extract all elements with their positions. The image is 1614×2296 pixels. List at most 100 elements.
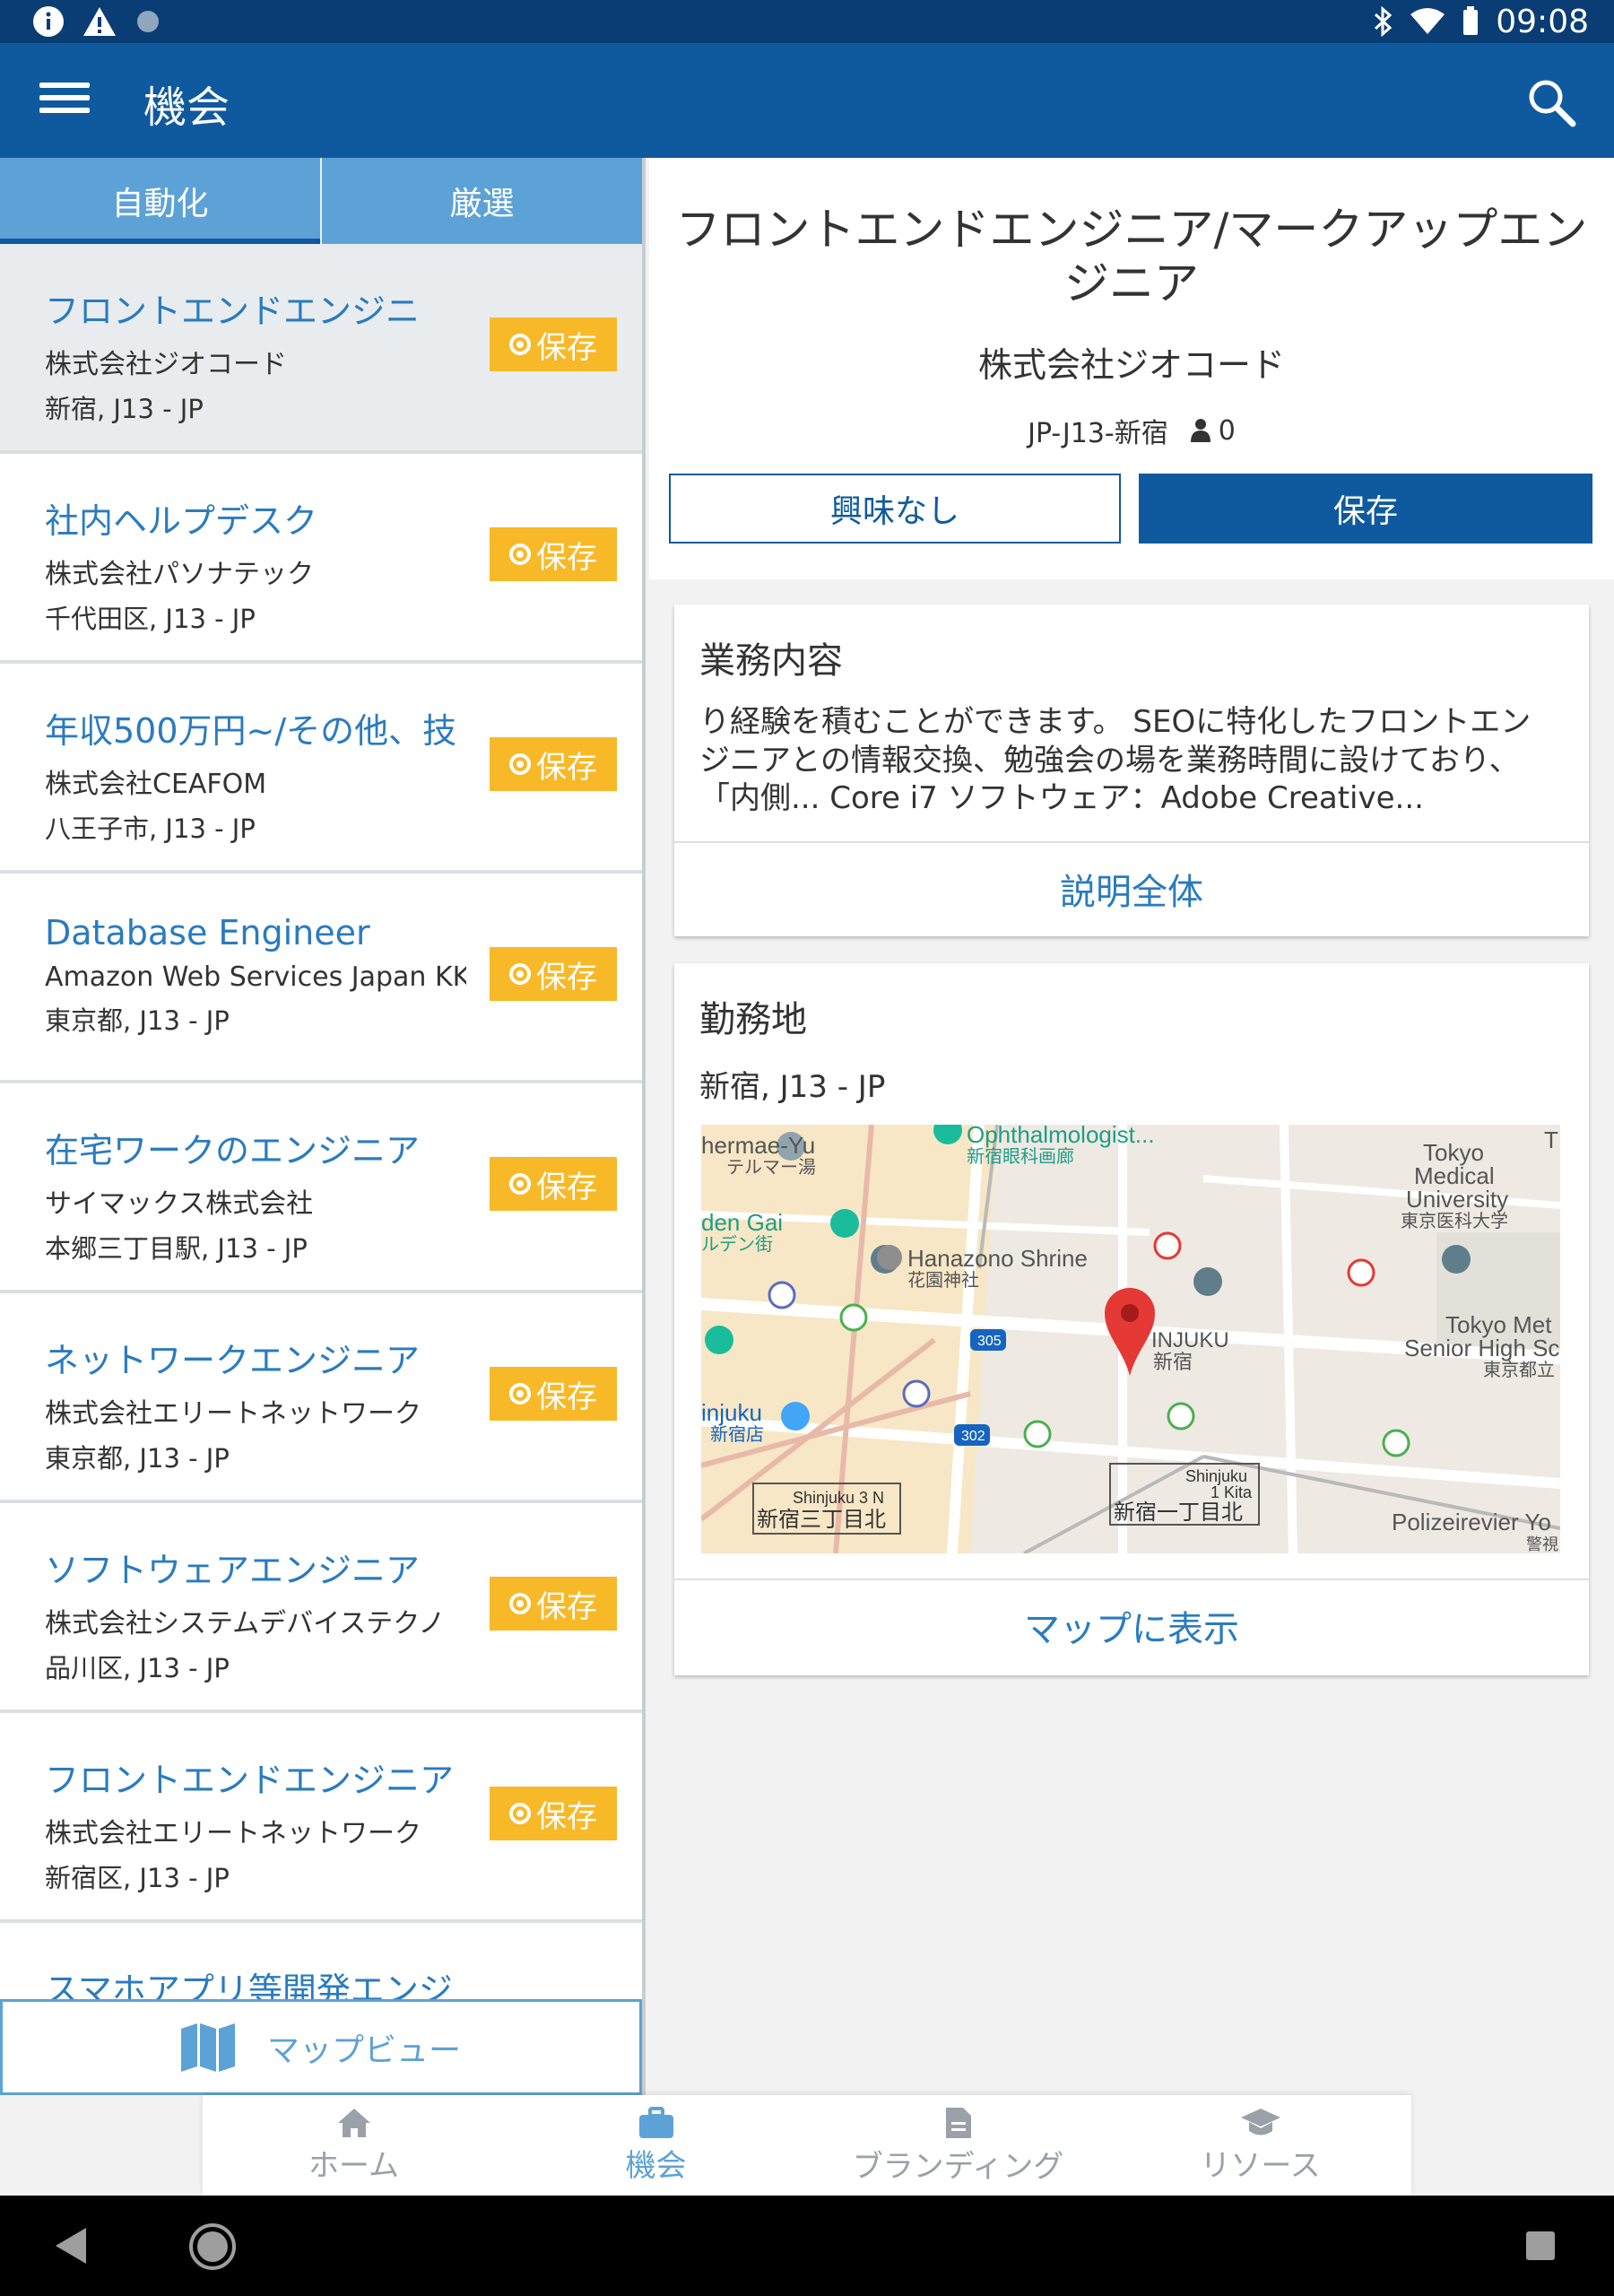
map-label: Hanazono Shrine [907, 1245, 1088, 1272]
job-title: Database Engineer [45, 913, 370, 952]
map-label: 新宿一丁目北 [1114, 1500, 1243, 1525]
save-label: 保存 [536, 1378, 597, 1415]
nav-home[interactable]: ホーム [203, 2095, 505, 2196]
map-label: 東京医科大学 [1401, 1210, 1508, 1231]
save-label: 保存 [536, 1798, 597, 1835]
map-label: 花園神社 [907, 1269, 979, 1291]
nav-branding[interactable]: ブランディング [807, 2095, 1109, 2196]
description-text: り経験を積むことができます。 SEOに特化したフロントエンジニアとの情報交換、勉… [699, 704, 1532, 816]
save-label: 保存 [536, 959, 597, 996]
map-label: 新宿眼科画廊 [967, 1145, 1074, 1167]
save-label: 保存 [536, 1169, 597, 1205]
status-bar: 09:08 [0, 0, 1614, 43]
system-navigation-bar [0, 2196, 1614, 2296]
nav-opportunities[interactable]: 機会 [505, 2095, 807, 2196]
job-title: 年収500万円~/その他、技 [45, 711, 457, 751]
save-label: 保存 [536, 539, 597, 576]
document-icon [945, 2107, 971, 2138]
job-list-item[interactable]: ネットワークエンジニア 株式会社エリートネットワーク 東京都, J13 - JP… [0, 1293, 642, 1503]
tab-curated[interactable]: 厳選 [320, 158, 642, 244]
target-icon [509, 1593, 531, 1614]
save-button[interactable]: 保存 [490, 1577, 617, 1631]
tab-automated[interactable]: 自動化 [0, 158, 320, 244]
warning-icon [83, 7, 116, 36]
job-company: 株式会社パソナテック [45, 559, 314, 590]
job-location: 新宿, J13 - JP [45, 394, 204, 424]
job-detail-header: フロントエンドエンジニア/マークアップエンジニア 株式会社ジオコード JP-J1… [649, 158, 1614, 579]
bottom-navigation: ホーム 機会 ブランディング リソース [203, 2095, 1411, 2196]
location-code: JP-J13-新宿 [1028, 418, 1168, 449]
job-company: サイマックス株式会社 [45, 1188, 314, 1220]
target-icon [509, 1173, 531, 1195]
location-map[interactable]: hermae-Yu テルマー湯 Ophthalmologist... 新宿眼科画… [701, 1125, 1560, 1553]
menu-icon[interactable] [39, 83, 90, 118]
map-label: INJUKU [1151, 1328, 1229, 1352]
map-label: Senior High Sc [1404, 1335, 1559, 1361]
save-button[interactable]: 保存 [490, 1157, 617, 1211]
job-list-item[interactable]: フロントエンドエンジニア 株式会社エリートネットワーク 新宿区, J13 - J… [0, 1713, 642, 1923]
job-list-item[interactable]: 年収500万円~/その他、技 株式会社CEAFOM 八王子市, J13 - JP… [0, 664, 642, 874]
job-company: Amazon Web Services Japan KK [45, 961, 466, 993]
job-list-item[interactable]: 在宅ワークのエンジニア サイマックス株式会社 本郷三丁目駅, J13 - JP … [0, 1083, 642, 1293]
recents-icon[interactable] [1524, 2230, 1557, 2262]
search-icon[interactable] [1524, 75, 1578, 129]
not-interested-button[interactable]: 興味なし [669, 474, 1121, 544]
map-view-button[interactable]: マップビュー [0, 1999, 642, 2095]
applicant-number: 0 [1218, 414, 1236, 447]
job-location: 品川区, J13 - JP [45, 1653, 230, 1683]
job-title: 社内ヘルプデスク [45, 501, 318, 541]
job-company: 株式会社エリートネットワーク [45, 1398, 421, 1430]
battery-icon [1463, 6, 1479, 35]
job-location: 東京都, J13 - JP [45, 1005, 230, 1036]
job-company: 株式会社ジオコード [45, 349, 287, 380]
target-icon [509, 753, 531, 775]
map-label: テルマー湯 [726, 1156, 816, 1178]
location-text: 新宿, J13 - JP [699, 1069, 886, 1105]
full-description-link[interactable]: 説明全体 [674, 863, 1589, 915]
map-label: University [1406, 1186, 1508, 1213]
map-icon [180, 2022, 235, 2072]
save-button[interactable]: 保存 [490, 317, 617, 371]
save-button[interactable]: 保存 [490, 1787, 617, 1840]
description-card: 業務内容 り経験を積むことができます。 SEOに特化したフロントエンジニアとの情… [674, 604, 1589, 936]
map-canvas: hermae-Yu テルマー湯 Ophthalmologist... 新宿眼科画… [701, 1125, 1560, 1553]
job-title: 在宅ワークのエンジニア [45, 1131, 421, 1170]
map-label: Polizeirevier Yo [1392, 1509, 1551, 1535]
job-list-item[interactable]: フロントエンドエンジニ 株式会社ジオコード 新宿, J13 - JP 保存 [0, 244, 642, 454]
divider [674, 1578, 1589, 1580]
map-label: 新宿 [1153, 1352, 1193, 1374]
save-job-button[interactable]: 保存 [1139, 474, 1592, 544]
tab-bar: 自動化 厳選 [0, 158, 642, 244]
nav-label: リソース [1200, 2147, 1321, 2184]
save-button[interactable]: 保存 [490, 1367, 617, 1421]
job-detail-meta: JP-J13-新宿 0 [649, 411, 1614, 450]
save-label: 保存 [536, 329, 597, 366]
job-detail-company: 株式会社ジオコード [977, 345, 1285, 385]
job-list-item[interactable]: ソフトウェアエンジニア 株式会社システムデバイステクノ 品川区, J13 - J… [0, 1503, 642, 1713]
target-icon [509, 334, 531, 355]
nav-resources[interactable]: リソース [1109, 2095, 1411, 2196]
map-label: 305 [977, 1334, 1002, 1349]
target-icon [509, 1803, 531, 1824]
home-circle-icon[interactable] [188, 2222, 237, 2271]
save-button[interactable]: 保存 [490, 527, 617, 581]
map-label: 東京都立 [1483, 1359, 1555, 1380]
job-list-item[interactable]: 社内ヘルプデスク 株式会社パソナテック 千代田区, J13 - JP 保存 [0, 454, 642, 664]
save-button[interactable]: 保存 [490, 947, 617, 1001]
job-detail-title: フロントエンドエンジニア/マークアップエンジニア [675, 204, 1588, 309]
job-list: フロントエンドエンジニ 株式会社ジオコード 新宿, J13 - JP 保存 社内… [0, 244, 642, 2095]
job-location: 千代田区, J13 - JP [45, 604, 256, 634]
map-label: 新宿店 [710, 1423, 764, 1445]
job-title: フロントエンドエンジニア [45, 1761, 455, 1800]
back-icon[interactable] [54, 2226, 90, 2266]
save-label: 保存 [536, 1588, 597, 1625]
job-location: 東京都, J13 - JP [45, 1443, 230, 1474]
job-location: 本郷三丁目駅, J13 - JP [45, 1233, 308, 1264]
map-label: T [1544, 1126, 1558, 1153]
job-list-item[interactable]: Database Engineer Amazon Web Services Ja… [0, 874, 642, 1083]
job-detail-pane: フロントエンドエンジニア/マークアップエンジニア 株式会社ジオコード JP-J1… [649, 158, 1614, 2095]
show-on-map-link[interactable]: マップに表示 [674, 1600, 1589, 1652]
save-button[interactable]: 保存 [490, 737, 617, 791]
app-bar: 機会 [0, 43, 1614, 158]
save-label: 保存 [536, 749, 597, 786]
